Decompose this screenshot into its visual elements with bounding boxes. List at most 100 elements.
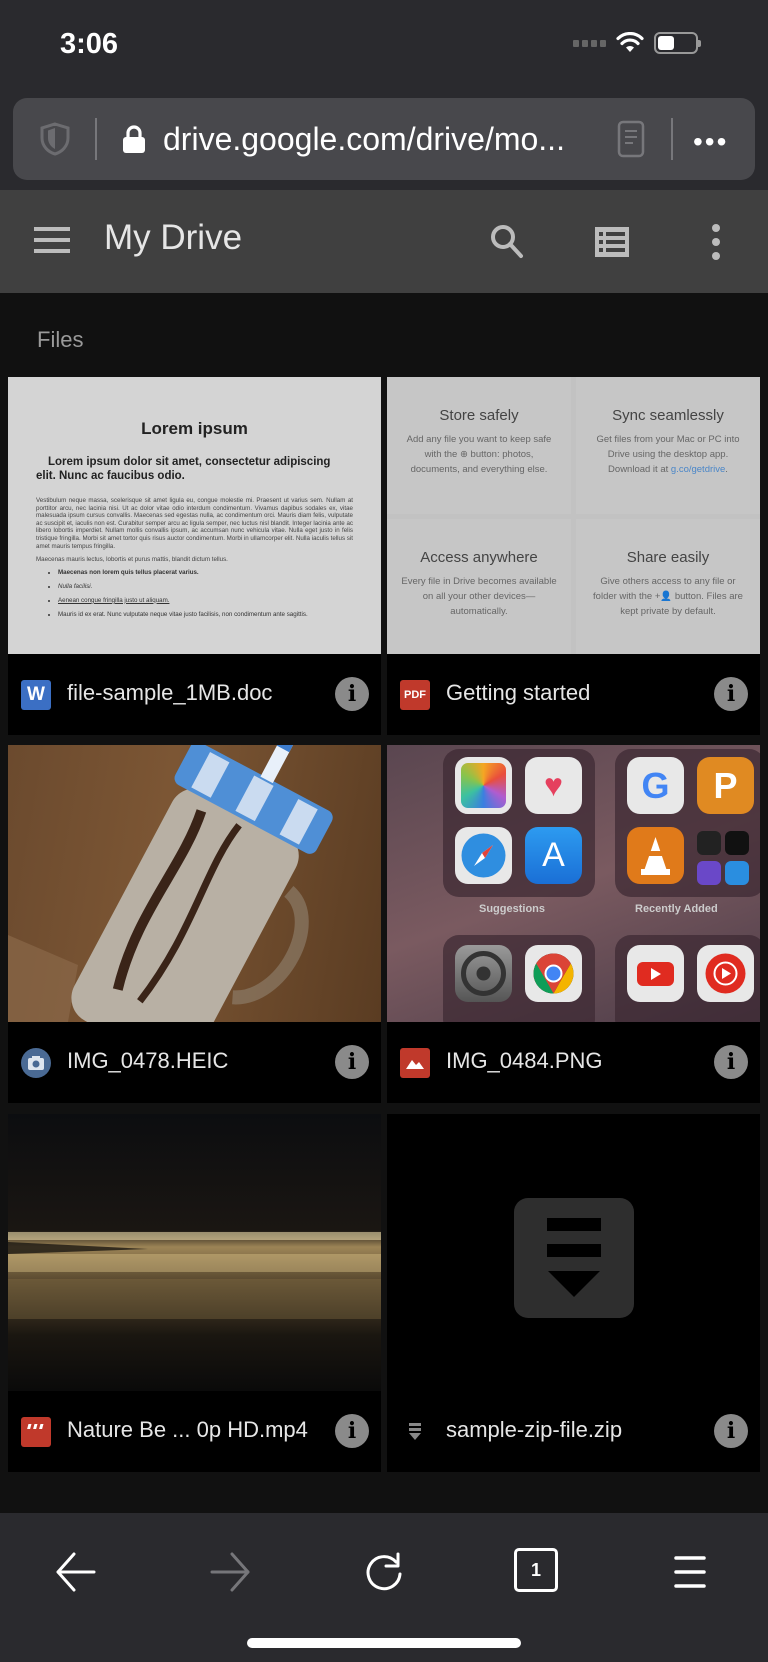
app-mini-icon [697, 831, 721, 855]
appstore-app-icon: A [525, 827, 582, 884]
menu-icon [34, 227, 70, 231]
lock-icon [123, 125, 145, 153]
file-thumbnail[interactable]: ♥ A G P Suggestions Recently Added [387, 745, 760, 1022]
gs-cell-access: Access anywhere Every file in Drive beco… [387, 519, 571, 654]
reader-mode-icon[interactable] [617, 120, 645, 158]
url-text[interactable]: drive.google.com/drive/mo... [163, 118, 565, 160]
more-options-button[interactable]: ••• [693, 126, 728, 158]
photo-jar-image [8, 745, 333, 1022]
file-grid-container: Files Lorem ipsum Lorem ipsum dolor sit … [0, 293, 768, 1513]
doc-bullet: Maecenas non lorem quis tellus placerat … [58, 569, 353, 576]
file-card[interactable]: Lorem ipsum Lorem ipsum dolor sit amet, … [8, 377, 381, 735]
chrome-app-icon [525, 945, 582, 1002]
health-app-icon: ♥ [525, 757, 582, 814]
photos-app-icon [455, 757, 512, 814]
shield-icon[interactable] [39, 122, 71, 156]
info-icon: i [726, 1418, 736, 1444]
info-icon: i [347, 681, 357, 707]
browser-menu-button[interactable] [668, 1548, 716, 1596]
google-app-icon: G [627, 757, 684, 814]
doc-title: Lorem ipsum [141, 419, 248, 438]
getdrive-link[interactable]: g.co/getdrive [671, 464, 725, 475]
section-label: Files [37, 327, 84, 352]
file-thumbnail[interactable] [387, 1114, 760, 1391]
wifi-icon [616, 32, 644, 52]
info-button[interactable]: i [714, 1414, 748, 1448]
app-mini-icon [725, 861, 749, 885]
youtube-app-icon [627, 945, 684, 1002]
back-button[interactable] [52, 1548, 100, 1596]
file-card[interactable]: Nature Be ... 0p HD.mp4 i [8, 1114, 381, 1472]
page-title: My Drive [104, 218, 243, 257]
file-card-footer: IMG_0484.PNG i [387, 1022, 760, 1103]
browser-bottom-toolbar: 1 [0, 1513, 768, 1662]
settings-app-icon [455, 945, 512, 1002]
vlc-app-icon [627, 827, 684, 884]
file-card-footer: IMG_0478.HEIC i [8, 1022, 381, 1103]
file-card-footer: Nature Be ... 0p HD.mp4 i [8, 1391, 381, 1472]
file-name: IMG_0478.HEIC [67, 1048, 229, 1073]
arrow-left-icon [56, 1552, 96, 1592]
file-name: Nature Be ... 0p HD.mp4 [67, 1417, 308, 1442]
forward-button[interactable] [206, 1548, 254, 1596]
doc-bullets: Maecenas non lorem quis tellus placerat … [58, 569, 353, 618]
info-icon: i [347, 1418, 357, 1444]
file-thumbnail[interactable]: Store safely Add any file you want to ke… [387, 377, 760, 654]
doc-subtitle: Lorem ipsum dolor sit amet, consectetur … [36, 456, 331, 482]
reload-icon [366, 1552, 402, 1591]
info-icon: i [347, 1049, 357, 1075]
search-icon[interactable] [488, 222, 528, 262]
info-button[interactable]: i [335, 1414, 369, 1448]
p-app-icon: P [697, 757, 754, 814]
file-thumbnail[interactable]: Lorem ipsum Lorem ipsum dolor sit amet, … [8, 377, 381, 654]
file-card-footer: PDF Getting started i [387, 654, 760, 735]
info-button[interactable]: i [335, 1045, 369, 1079]
archive-large-icon [514, 1198, 634, 1318]
tabs-button[interactable]: 1 [514, 1548, 558, 1592]
browser-toolbar: drive.google.com/drive/mo... ••• [0, 95, 768, 190]
video-file-icon [21, 1417, 51, 1447]
list-view-icon[interactable] [592, 222, 632, 262]
file-card[interactable]: sample-zip-file.zip i [387, 1114, 760, 1472]
doc-bullet: Nulla facilisi. [58, 583, 353, 590]
arrow-right-icon [210, 1552, 250, 1592]
divider [95, 118, 97, 160]
file-card[interactable]: Store safely Add any file you want to ke… [387, 377, 760, 735]
gs-cell-share: Share easily Give others access to any f… [576, 519, 760, 654]
doc-paragraph: Vestibulum neque massa, scelerisque sit … [36, 497, 353, 550]
more-vert-icon[interactable] [696, 222, 736, 262]
pdf-file-icon: PDF [400, 680, 430, 710]
app-header: My Drive [0, 190, 768, 293]
video-city-image [8, 1232, 381, 1319]
file-thumbnail[interactable] [8, 745, 381, 1022]
archive-file-icon [400, 1417, 430, 1447]
file-card[interactable]: IMG_0478.HEIC i [8, 745, 381, 1103]
status-icons [573, 32, 701, 54]
info-button[interactable]: i [335, 677, 369, 711]
info-button[interactable]: i [714, 1045, 748, 1079]
status-bar: 3:06 [0, 0, 768, 95]
gs-cell-store: Store safely Add any file you want to ke… [387, 377, 571, 514]
folder-label: Suggestions [479, 903, 546, 915]
cellular-signal-icon [573, 39, 606, 47]
file-card-footer: sample-zip-file.zip i [387, 1391, 760, 1472]
status-time: 3:06 [60, 28, 119, 60]
info-button[interactable]: i [714, 677, 748, 711]
appletv-mini-icon [725, 831, 749, 855]
file-name: file-sample_1MB.doc [67, 680, 273, 705]
battery-icon [654, 32, 701, 54]
menu-icon [674, 1556, 706, 1588]
home-indicator[interactable] [247, 1638, 521, 1648]
info-icon: i [726, 1049, 736, 1075]
reload-button[interactable] [360, 1548, 408, 1596]
file-card[interactable]: ♥ A G P Suggestions Recently Added IMG_0… [387, 745, 760, 1103]
file-thumbnail[interactable] [8, 1114, 381, 1391]
address-bar[interactable]: drive.google.com/drive/mo... ••• [13, 98, 755, 180]
file-name: IMG_0484.PNG [446, 1048, 603, 1073]
file-name: sample-zip-file.zip [446, 1417, 623, 1442]
menu-button[interactable] [34, 227, 70, 257]
doc-bullet: Aenean congue fringilla justo ut aliquam… [58, 597, 353, 604]
safari-app-icon [455, 827, 512, 884]
gs-cell-sync: Sync seamlessly Get files from your Mac … [576, 377, 760, 514]
file-name: Getting started [446, 680, 591, 705]
